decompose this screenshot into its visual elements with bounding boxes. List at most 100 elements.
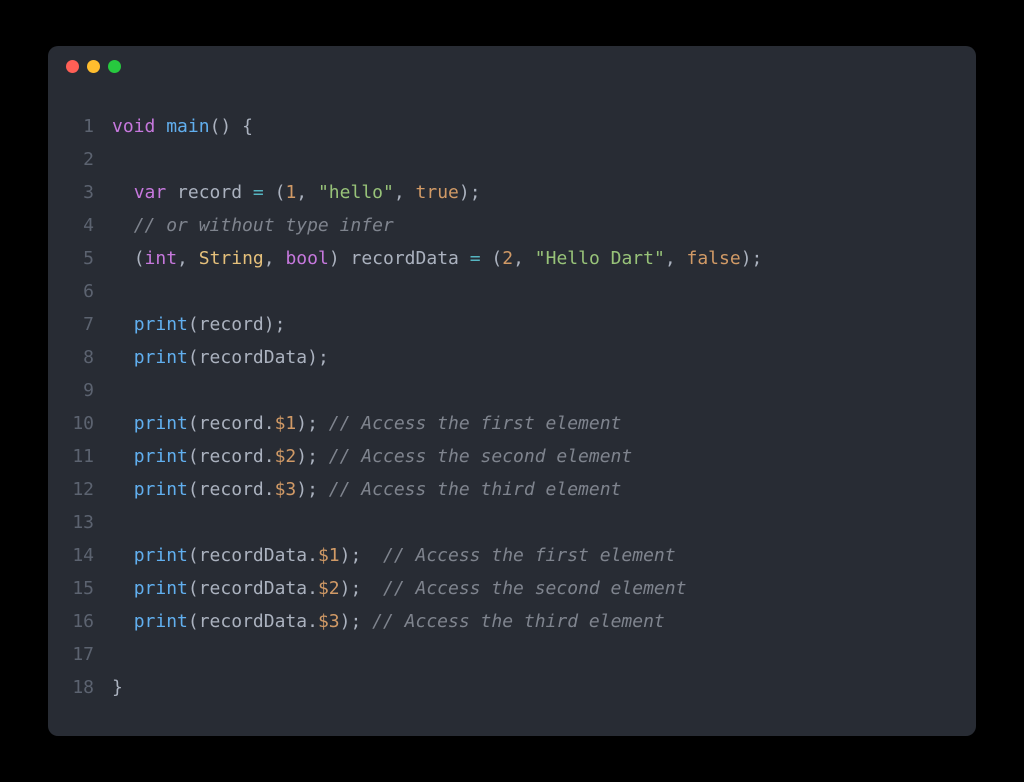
code-line: 13	[66, 506, 956, 539]
code-line: 12 print(record.$3); // Access the third…	[66, 473, 956, 506]
token-plain	[112, 611, 134, 632]
line-number: 3	[66, 176, 94, 209]
line-number: 12	[66, 473, 94, 506]
token-plain: ;	[318, 347, 329, 368]
code-line: 10 print(record.$1); // Access the first…	[66, 407, 956, 440]
token-plain	[231, 116, 242, 137]
token-num: 2	[502, 248, 513, 269]
code-content: }	[112, 671, 956, 704]
code-line: 18}	[66, 671, 956, 704]
code-content: void main() {	[112, 110, 956, 143]
token-paren: )	[329, 248, 340, 269]
token-plain: ;	[307, 413, 329, 434]
token-plain: record.	[199, 413, 275, 434]
token-plain: recordData.	[199, 578, 318, 599]
token-num: $3	[318, 611, 340, 632]
code-line: 7 print(record);	[66, 308, 956, 341]
line-number: 18	[66, 671, 94, 704]
line-number: 8	[66, 341, 94, 374]
code-content: var record = (1, "hello", true);	[112, 176, 956, 209]
token-bool: false	[687, 248, 741, 269]
line-number: 13	[66, 506, 94, 539]
token-op: =	[253, 182, 264, 203]
line-number: 15	[66, 572, 94, 605]
window-titlebar	[48, 46, 976, 86]
line-number: 1	[66, 110, 94, 143]
code-content	[112, 506, 956, 539]
token-bool: true	[416, 182, 459, 203]
token-comment: // or without type infer	[134, 215, 394, 236]
code-line: 17	[66, 638, 956, 671]
token-var: String	[199, 248, 264, 269]
token-plain: ;	[307, 479, 329, 500]
token-paren: {	[242, 116, 253, 137]
code-window: 1 void main() { 2 3 var record = (1, "hell…	[48, 46, 976, 736]
token-comment: // Access the first element	[383, 545, 676, 566]
close-icon[interactable]	[66, 60, 79, 73]
token-call: print	[134, 347, 188, 368]
token-paren: )	[340, 611, 351, 632]
code-content: print(record.$3); // Access the third el…	[112, 473, 956, 506]
token-plain: record	[199, 314, 264, 335]
token-plain: ;	[350, 578, 383, 599]
code-content	[112, 143, 956, 176]
token-plain	[112, 413, 134, 434]
token-paren: (	[188, 347, 199, 368]
line-number: 11	[66, 440, 94, 473]
code-editor[interactable]: 1 void main() { 2 3 var record = (1, "hell…	[48, 86, 976, 736]
token-plain: ;	[350, 611, 372, 632]
token-paren: )	[296, 446, 307, 467]
token-plain	[112, 314, 134, 335]
token-plain	[155, 116, 166, 137]
line-number: 5	[66, 242, 94, 275]
token-plain: ;	[752, 248, 763, 269]
code-line: 3 var record = (1, "hello", true);	[66, 176, 956, 209]
token-plain	[112, 545, 134, 566]
token-plain: ,	[513, 248, 535, 269]
code-content	[112, 275, 956, 308]
code-content: (int, String, bool) recordData = (2, "He…	[112, 242, 956, 275]
line-number: 16	[66, 605, 94, 638]
token-op: =	[470, 248, 481, 269]
token-num: $2	[318, 578, 340, 599]
code-line: 6	[66, 275, 956, 308]
token-paren: )	[741, 248, 752, 269]
line-number: 17	[66, 638, 94, 671]
token-plain: record.	[199, 446, 275, 467]
code-content: print(record.$1); // Access the first el…	[112, 407, 956, 440]
token-num: $2	[275, 446, 297, 467]
minimize-icon[interactable]	[87, 60, 100, 73]
token-plain: record	[177, 182, 253, 203]
token-paren: )	[307, 347, 318, 368]
token-plain: ,	[264, 248, 286, 269]
token-plain: recordData	[340, 248, 470, 269]
token-plain: ;	[350, 545, 383, 566]
token-plain	[112, 578, 134, 599]
code-line: 9	[66, 374, 956, 407]
token-call: print	[134, 611, 188, 632]
code-content: print(recordData.$3); // Access the thir…	[112, 605, 956, 638]
token-paren: (	[188, 611, 199, 632]
token-comment: // Access the second element	[383, 578, 686, 599]
token-func: main	[166, 116, 209, 137]
token-str: "hello"	[318, 182, 394, 203]
token-call: print	[134, 446, 188, 467]
code-content	[112, 638, 956, 671]
token-plain	[112, 248, 134, 269]
token-type: int	[145, 248, 178, 269]
token-plain	[112, 215, 134, 236]
token-plain: ;	[275, 314, 286, 335]
token-kw: var	[134, 182, 167, 203]
token-paren: (	[188, 446, 199, 467]
token-plain	[112, 446, 134, 467]
token-plain: ,	[296, 182, 318, 203]
code-content	[112, 374, 956, 407]
token-num: 1	[285, 182, 296, 203]
token-paren: (	[188, 545, 199, 566]
token-plain	[166, 182, 177, 203]
maximize-icon[interactable]	[108, 60, 121, 73]
line-number: 9	[66, 374, 94, 407]
token-paren: (	[491, 248, 502, 269]
token-plain: recordData.	[199, 611, 318, 632]
code-content: // or without type infer	[112, 209, 956, 242]
